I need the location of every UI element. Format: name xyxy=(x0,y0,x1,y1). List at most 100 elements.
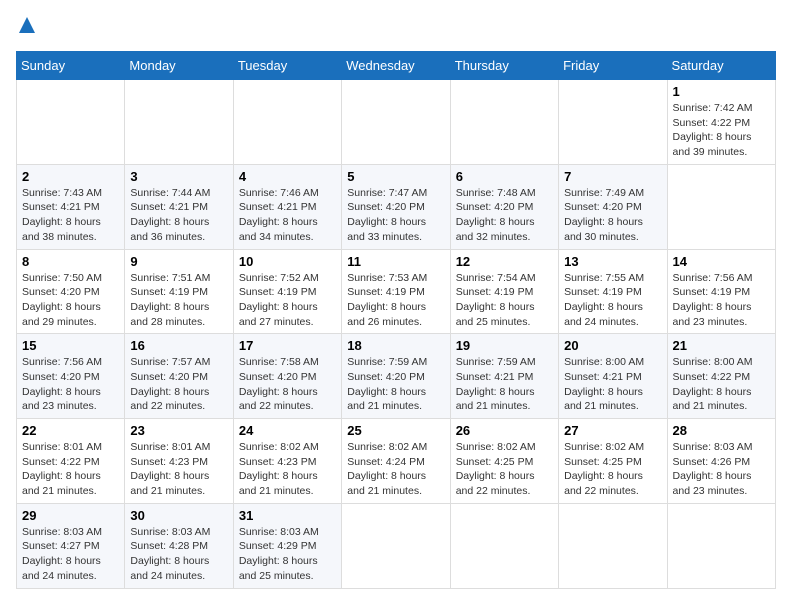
empty-cell xyxy=(559,503,667,588)
calendar-day-16: 16Sunrise: 7:57 AMSunset: 4:20 PMDayligh… xyxy=(125,334,233,419)
day-info: Sunrise: 7:47 AMSunset: 4:20 PMDaylight:… xyxy=(347,186,444,245)
day-number: 15 xyxy=(22,338,119,353)
day-number: 7 xyxy=(564,169,661,184)
empty-cell xyxy=(667,503,775,588)
calendar-day-1: 1 Sunrise: 7:42 AMSunset: 4:22 PMDaylight… xyxy=(667,80,775,165)
calendar-header-saturday: Saturday xyxy=(667,52,775,80)
day-info: Sunrise: 7:57 AMSunset: 4:20 PMDaylight:… xyxy=(130,355,227,414)
day-number: 18 xyxy=(347,338,444,353)
day-number: 22 xyxy=(22,423,119,438)
day-number: 24 xyxy=(239,423,336,438)
day-info: Sunrise: 7:52 AMSunset: 4:19 PMDaylight:… xyxy=(239,271,336,330)
calendar-header-sunday: Sunday xyxy=(17,52,125,80)
day-info: Sunrise: 7:42 AMSunset: 4:22 PMDaylight:… xyxy=(673,101,770,160)
day-number: 27 xyxy=(564,423,661,438)
calendar-row-5: 22 Sunrise: 8:01 AMSunset: 4:22 PMDayligh… xyxy=(17,419,776,504)
empty-cell xyxy=(450,503,558,588)
day-number: 12 xyxy=(456,254,553,269)
calendar-day-22: 22 Sunrise: 8:01 AMSunset: 4:22 PMDayligh… xyxy=(17,419,125,504)
calendar-day-17: 17 Sunrise: 7:58 AMSunset: 4:20 PMDayligh… xyxy=(233,334,341,419)
day-info: Sunrise: 7:53 AMSunset: 4:19 PMDaylight:… xyxy=(347,271,444,330)
day-info: Sunrise: 7:59 AMSunset: 4:20 PMDaylight:… xyxy=(347,355,444,414)
day-info: Sunrise: 8:02 AMSunset: 4:25 PMDaylight:… xyxy=(456,440,553,499)
calendar-day-30: 30 Sunrise: 8:03 AMSunset: 4:28 PMDayligh… xyxy=(125,503,233,588)
day-number: 6 xyxy=(456,169,553,184)
empty-cell xyxy=(17,80,125,165)
day-number: 23 xyxy=(130,423,227,438)
day-info: Sunrise: 8:02 AMSunset: 4:25 PMDaylight:… xyxy=(564,440,661,499)
day-number: 26 xyxy=(456,423,553,438)
calendar-header-thursday: Thursday xyxy=(450,52,558,80)
calendar-day-19: 19Sunrise: 7:59 AMSunset: 4:21 PMDayligh… xyxy=(450,334,558,419)
day-info: Sunrise: 8:03 AMSunset: 4:26 PMDaylight:… xyxy=(673,440,770,499)
calendar-day-8: 8 Sunrise: 7:50 AMSunset: 4:20 PMDaylight… xyxy=(17,249,125,334)
day-info: Sunrise: 8:01 AMSunset: 4:22 PMDaylight:… xyxy=(22,440,119,499)
day-number: 9 xyxy=(130,254,227,269)
day-info: Sunrise: 7:56 AMSunset: 4:20 PMDaylight:… xyxy=(22,355,119,414)
day-info: Sunrise: 7:54 AMSunset: 4:19 PMDaylight:… xyxy=(456,271,553,330)
calendar-day-15: 15 Sunrise: 7:56 AMSunset: 4:20 PMDayligh… xyxy=(17,334,125,419)
day-number: 17 xyxy=(239,338,336,353)
calendar-day-20: 20Sunrise: 8:00 AMSunset: 4:21 PMDayligh… xyxy=(559,334,667,419)
calendar-table: SundayMondayTuesdayWednesdayThursdayFrid… xyxy=(16,51,776,589)
day-info: Sunrise: 7:44 AMSunset: 4:21 PMDaylight:… xyxy=(130,186,227,245)
day-info: Sunrise: 7:43 AMSunset: 4:21 PMDaylight:… xyxy=(22,186,119,245)
page-header xyxy=(16,16,776,39)
day-number: 11 xyxy=(347,254,444,269)
day-info: Sunrise: 8:02 AMSunset: 4:23 PMDaylight:… xyxy=(239,440,336,499)
calendar-row-4: 15 Sunrise: 7:56 AMSunset: 4:20 PMDayligh… xyxy=(17,334,776,419)
day-number: 19 xyxy=(456,338,553,353)
day-info: Sunrise: 7:56 AMSunset: 4:19 PMDaylight:… xyxy=(673,271,770,330)
day-info: Sunrise: 8:00 AMSunset: 4:21 PMDaylight:… xyxy=(564,355,661,414)
calendar-day-12: 12 Sunrise: 7:54 AMSunset: 4:19 PMDayligh… xyxy=(450,249,558,334)
calendar-day-9: 9 Sunrise: 7:51 AMSunset: 4:19 PMDaylight… xyxy=(125,249,233,334)
empty-cell xyxy=(342,80,450,165)
calendar-day-31: 31Sunrise: 8:03 AMSunset: 4:29 PMDayligh… xyxy=(233,503,341,588)
day-info: Sunrise: 8:00 AMSunset: 4:22 PMDaylight:… xyxy=(673,355,770,414)
day-info: Sunrise: 7:50 AMSunset: 4:20 PMDaylight:… xyxy=(22,271,119,330)
day-number: 1 xyxy=(673,84,770,99)
calendar-day-10: 10 Sunrise: 7:52 AMSunset: 4:19 PMDayligh… xyxy=(233,249,341,334)
day-info: Sunrise: 8:01 AMSunset: 4:23 PMDaylight:… xyxy=(130,440,227,499)
empty-cell xyxy=(559,80,667,165)
empty-cell xyxy=(342,503,450,588)
calendar-day-4: 4Sunrise: 7:46 AMSunset: 4:21 PMDaylight… xyxy=(233,164,341,249)
logo-blue-container xyxy=(16,16,36,39)
calendar-day-24: 24 Sunrise: 8:02 AMSunset: 4:23 PMDayligh… xyxy=(233,419,341,504)
calendar-day-26: 26 Sunrise: 8:02 AMSunset: 4:25 PMDayligh… xyxy=(450,419,558,504)
empty-cell xyxy=(125,80,233,165)
day-number: 2 xyxy=(22,169,119,184)
calendar-day-14: 14 Sunrise: 7:56 AMSunset: 4:19 PMDayligh… xyxy=(667,249,775,334)
day-info: Sunrise: 7:51 AMSunset: 4:19 PMDaylight:… xyxy=(130,271,227,330)
day-number: 29 xyxy=(22,508,119,523)
day-info: Sunrise: 7:48 AMSunset: 4:20 PMDaylight:… xyxy=(456,186,553,245)
calendar-day-2: 2 Sunrise: 7:43 AMSunset: 4:21 PMDaylight… xyxy=(17,164,125,249)
day-info: Sunrise: 7:58 AMSunset: 4:20 PMDaylight:… xyxy=(239,355,336,414)
empty-cell xyxy=(667,164,775,249)
calendar-header-wednesday: Wednesday xyxy=(342,52,450,80)
calendar-day-11: 11 Sunrise: 7:53 AMSunset: 4:19 PMDayligh… xyxy=(342,249,450,334)
day-info: Sunrise: 8:03 AMSunset: 4:29 PMDaylight:… xyxy=(239,525,336,584)
calendar-day-5: 5Sunrise: 7:47 AMSunset: 4:20 PMDaylight… xyxy=(342,164,450,249)
empty-cell xyxy=(450,80,558,165)
calendar-day-27: 27 Sunrise: 8:02 AMSunset: 4:25 PMDayligh… xyxy=(559,419,667,504)
calendar-day-21: 21Sunrise: 8:00 AMSunset: 4:22 PMDayligh… xyxy=(667,334,775,419)
day-number: 14 xyxy=(673,254,770,269)
day-info: Sunrise: 7:55 AMSunset: 4:19 PMDaylight:… xyxy=(564,271,661,330)
calendar-day-6: 6 Sunrise: 7:48 AMSunset: 4:20 PMDaylight… xyxy=(450,164,558,249)
day-number: 28 xyxy=(673,423,770,438)
day-info: Sunrise: 7:49 AMSunset: 4:20 PMDaylight:… xyxy=(564,186,661,245)
day-number: 30 xyxy=(130,508,227,523)
day-info: Sunrise: 8:03 AMSunset: 4:27 PMDaylight:… xyxy=(22,525,119,584)
calendar-day-28: 28 Sunrise: 8:03 AMSunset: 4:26 PMDayligh… xyxy=(667,419,775,504)
day-number: 25 xyxy=(347,423,444,438)
day-info: Sunrise: 7:46 AMSunset: 4:21 PMDaylight:… xyxy=(239,186,336,245)
day-number: 10 xyxy=(239,254,336,269)
calendar-day-25: 25Sunrise: 8:02 AMSunset: 4:24 PMDayligh… xyxy=(342,419,450,504)
day-number: 8 xyxy=(22,254,119,269)
calendar-header-tuesday: Tuesday xyxy=(233,52,341,80)
calendar-row-1: 1 Sunrise: 7:42 AMSunset: 4:22 PMDaylight… xyxy=(17,80,776,165)
logo xyxy=(16,16,36,39)
day-number: 3 xyxy=(130,169,227,184)
day-info: Sunrise: 8:03 AMSunset: 4:28 PMDaylight:… xyxy=(130,525,227,584)
